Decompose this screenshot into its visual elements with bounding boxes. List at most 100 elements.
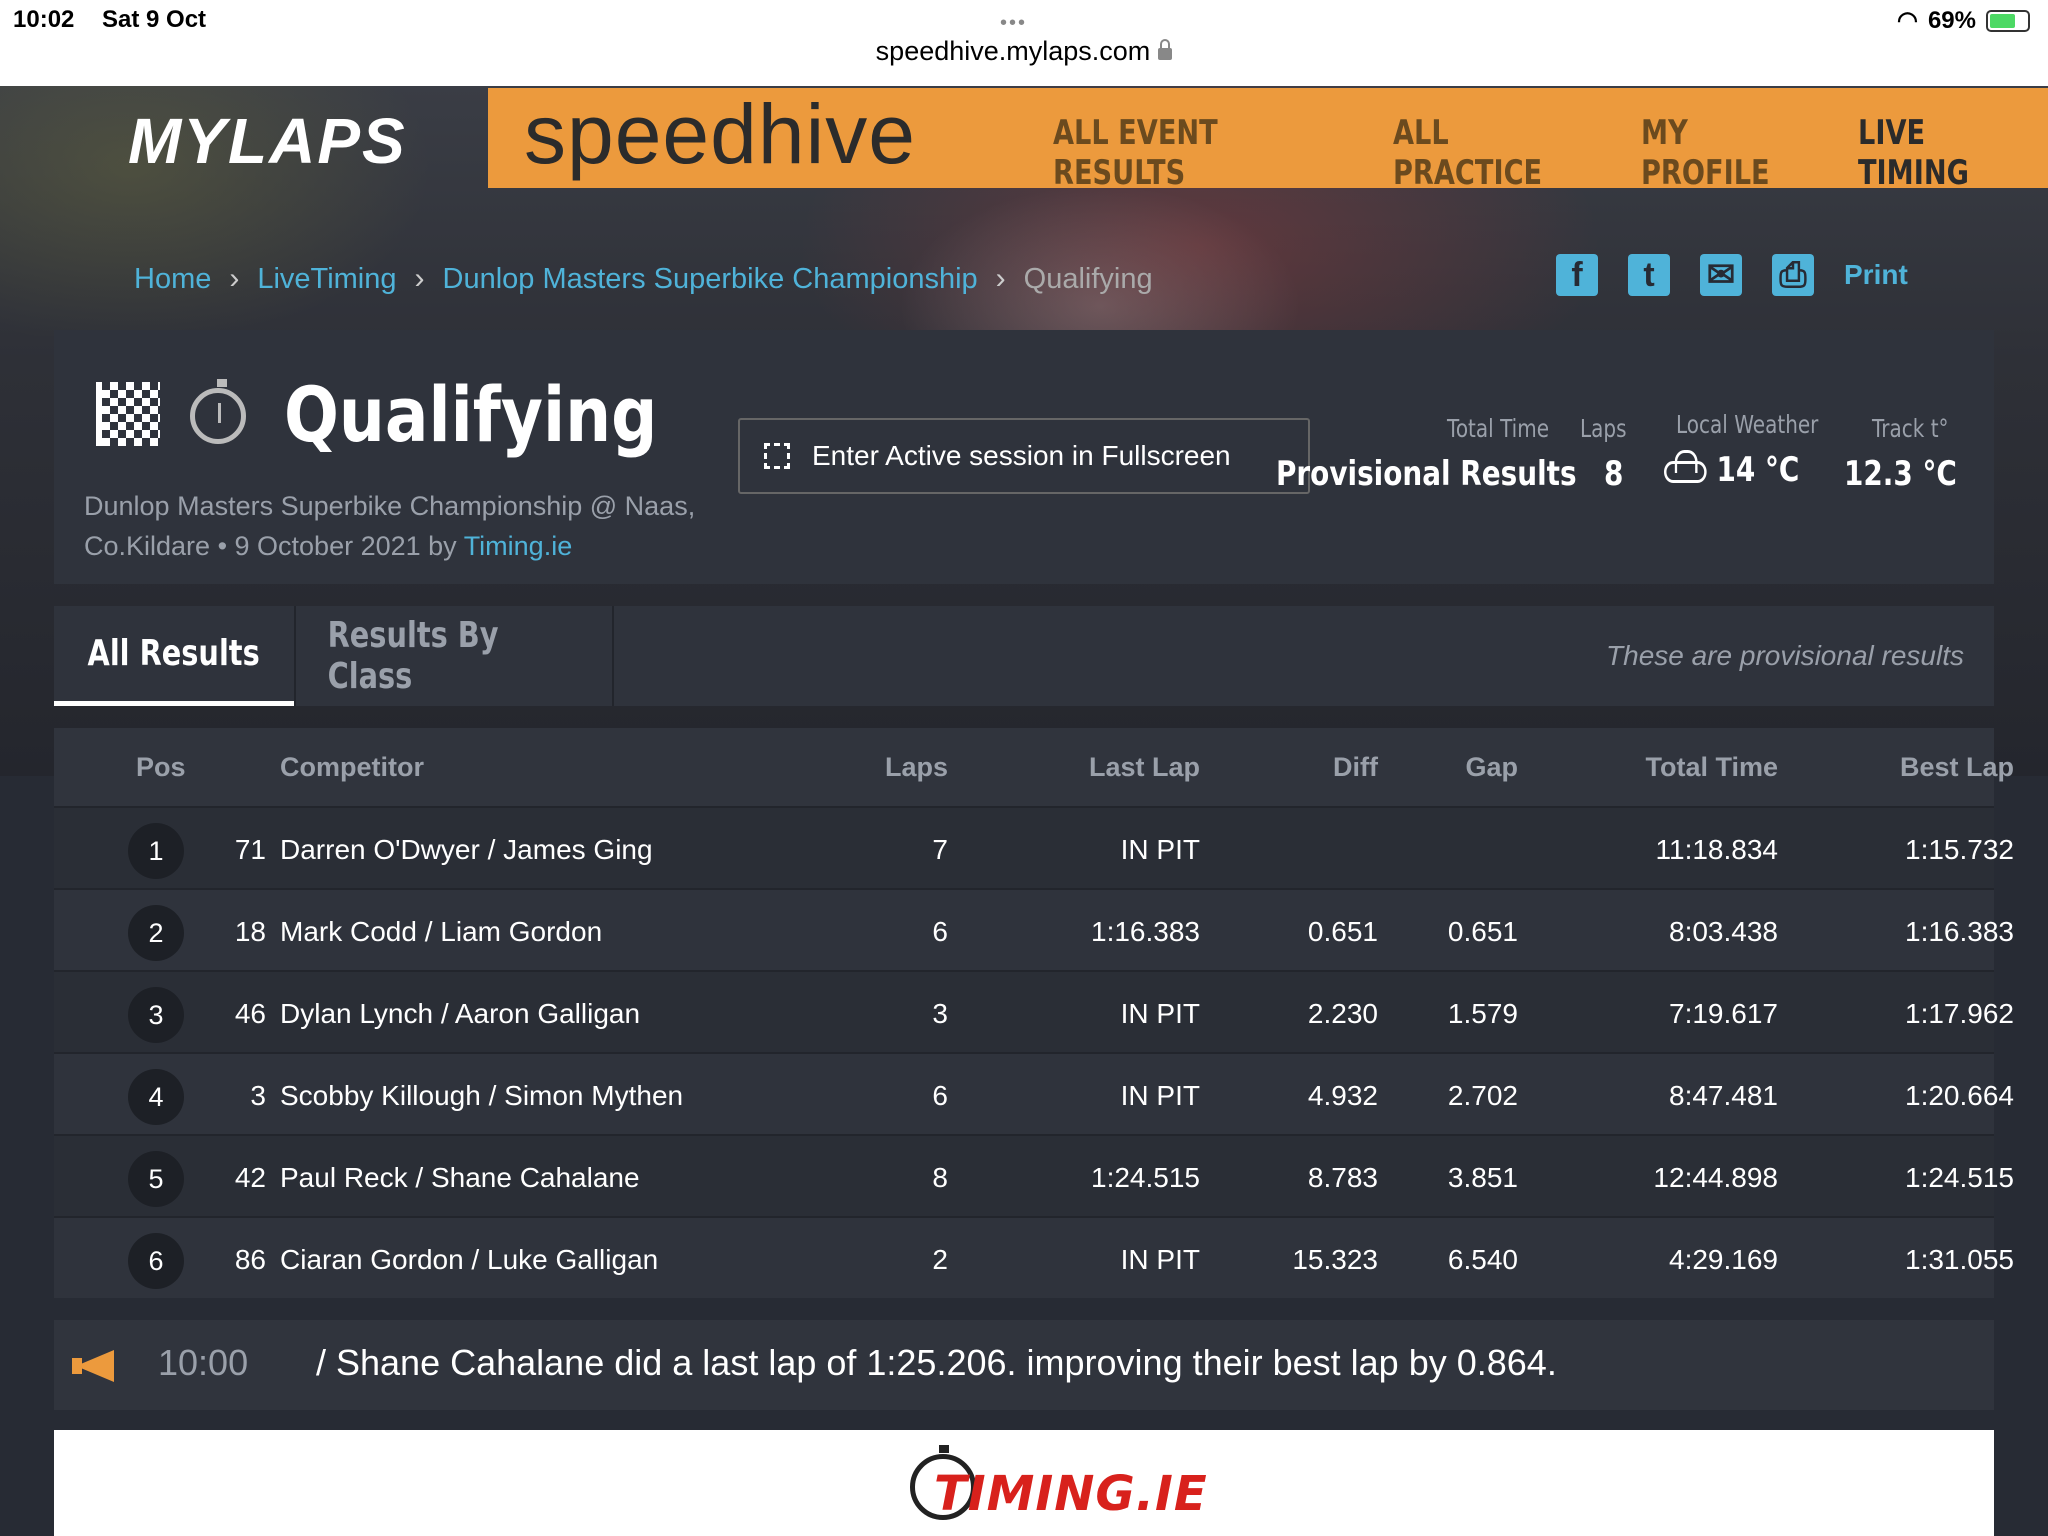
competitor-name: Mark Codd / Liam Gordon [280,916,603,947]
col-gap[interactable]: Gap [1384,752,1518,783]
breadcrumb-home[interactable]: Home [134,263,211,296]
checkered-flag-icon [96,382,160,446]
organizer-link[interactable]: Timing.ie [464,531,573,561]
feed-time: 10:00 [158,1342,249,1383]
results-tabs: All Results Results By Class These are p… [54,606,1994,706]
col-pos[interactable]: Pos [136,752,186,783]
last-lap-cell: IN PIT [1120,1080,1200,1111]
total-time-label: Total Time [1447,414,1550,443]
session-subtitle: Dunlop Masters Superbike Championship @ … [84,486,744,566]
col-diff[interactable]: Diff [1234,752,1378,783]
gap-cell: 2.702 [1447,1080,1518,1111]
results-table: Pos Competitor Laps Last Lap Diff Gap To… [54,728,2014,1298]
battery-percent: 69% [1927,6,1976,34]
diff-cell: 4.932 [1307,1080,1378,1111]
nav-all-practice[interactable]: ALL PRACTICE [1393,113,1567,193]
table-row[interactable]: 2 18 Mark Codd / Liam Gordon 6 1:16.383 0.651… [54,888,2014,970]
timing-ie-logo[interactable]: TIMING.IE [904,1440,1224,1536]
nav-my-profile[interactable]: MY PROFILE [1641,113,1791,193]
email-icon[interactable]: ✉ [1700,254,1742,296]
multitask-dots[interactable]: ••• [1000,12,1027,35]
weather-label: Local Weather [1676,410,1819,439]
table-row[interactable]: 5 42 Paul Reck / Shane Cahalane 8 1:24.515 8.… [54,1134,2014,1216]
session-card: Qualifying Dunlop Masters Superbike Cham… [54,330,1994,584]
total-time-value: Provisional Results [1276,454,1577,494]
col-competitor[interactable]: Competitor [280,752,424,783]
tab-all-results[interactable]: All Results [54,606,294,706]
breadcrumb-livetiming[interactable]: LiveTiming [257,263,396,296]
total-time-cell: 7:19.617 [1669,998,1778,1029]
laps-cell: 7 [932,834,948,865]
laps-cell: 6 [932,916,948,947]
track-temp-label: Track t° [1872,414,1949,443]
footer-banner: TIMING.IE [54,1430,1994,1536]
position-badge: 2 [128,905,184,961]
share-bar: f t ✉ ⎙ Print [1556,254,1908,296]
diff-cell: 15.323 [1292,1244,1378,1275]
gap-cell: 1.579 [1447,998,1518,1029]
best-lap-cell: 1:17.962 [1905,998,2014,1029]
weather-value: 14 °C [1664,449,1799,490]
breadcrumb-event[interactable]: Dunlop Masters Superbike Championship [443,263,978,296]
last-lap-cell: 1:16.383 [1091,916,1200,947]
laps-cell: 3 [932,998,948,1029]
status-bar: 10:02 Sat 9 Oct ••• speedhive.mylaps.com… [0,0,2048,86]
gap-cell: 3.851 [1447,1162,1518,1193]
speedhive-logo[interactable]: speedhive [524,86,916,183]
laps-cell: 2 [932,1244,948,1275]
nav-live-timing[interactable]: LIVE TIMING [1858,113,2010,193]
last-lap-cell: IN PIT [1120,1244,1200,1275]
laps-cell: 6 [932,1080,948,1111]
status-indicators: ◠ 69% [1897,6,2030,35]
last-lap-cell: IN PIT [1120,998,1200,1029]
print-link[interactable]: Print [1844,259,1908,291]
competitor-name: Darren O'Dwyer / James Ging [280,834,653,865]
facebook-icon[interactable]: f [1556,254,1598,296]
best-lap-cell: 1:20.664 [1905,1080,2014,1111]
table-row[interactable]: 1 71 Darren O'Dwyer / James Ging 7 IN PIT 11:… [54,806,2014,888]
col-total-time[interactable]: Total Time [1554,752,1778,783]
date: Sat 9 Oct [102,6,207,33]
chevron-right-icon: › [414,262,425,295]
gap-cell: 0.651 [1447,916,1518,947]
session-details: Dunlop Masters Superbike Championship @ … [84,491,696,561]
table-body: 1 71 Darren O'Dwyer / James Ging 7 IN PIT 11:… [54,806,2014,1298]
live-feed: 10:00 / Shane Cahalane did a last lap of… [54,1320,1994,1410]
clock: 10:02 [13,6,75,33]
laps-label: Laps [1580,414,1627,443]
twitter-icon[interactable]: t [1628,254,1670,296]
competitor-number: 42 [234,1162,266,1193]
nav-all-event-results[interactable]: ALL EVENT RESULTS [1053,113,1301,193]
url-text: speedhive.mylaps.com [875,36,1151,66]
track-temp-value: 12.3 °C [1844,454,1957,494]
competitor-number: 86 [234,1244,266,1275]
mylaps-logo[interactable]: MYLAPS [128,104,407,178]
best-lap-cell: 1:15.732 [1905,834,2014,865]
table-row[interactable]: 3 46 Dylan Lynch / Aaron Galligan 3 IN PIT 2.… [54,970,2014,1052]
competitor-name: Ciaran Gordon / Luke Galligan [280,1244,659,1275]
stopwatch-icon [190,379,246,444]
battery-icon [1986,9,2030,32]
col-best-lap[interactable]: Best Lap [1804,752,2014,783]
tab-results-by-class[interactable]: Results By Class [294,606,614,706]
printer-icon[interactable]: ⎙ [1772,254,1814,296]
competitor-number: 3 [250,1080,266,1111]
last-lap-cell: IN PIT [1120,834,1200,865]
table-row[interactable]: 4 3 Scobby Killough / Simon Mythen 6 IN PIT 4… [54,1052,2014,1134]
best-lap-cell: 1:16.383 [1905,916,2014,947]
total-time-cell: 8:47.481 [1669,1080,1778,1111]
diff-cell: 0.651 [1307,916,1378,947]
table-row[interactable]: 6 86 Ciaran Gordon / Luke Galligan 2 IN PIT 1… [54,1216,2014,1298]
competitor-name: Dylan Lynch / Aaron Galligan [280,998,641,1029]
position-badge: 6 [128,1233,184,1289]
address-bar[interactable]: speedhive.mylaps.com [0,36,2048,67]
competitor-number: 71 [234,834,266,865]
last-lap-cell: 1:24.515 [1091,1162,1200,1193]
col-last-lap[interactable]: Last Lap [994,752,1200,783]
wifi-icon: ◠ [1897,7,1918,34]
table-header: Pos Competitor Laps Last Lap Diff Gap To… [54,728,2014,806]
fullscreen-button[interactable]: Enter Active session in Fullscreen [738,418,1310,494]
col-laps[interactable]: Laps [794,752,948,783]
breadcrumb-current: Qualifying [1023,262,1153,295]
competitor-number: 18 [234,916,266,947]
